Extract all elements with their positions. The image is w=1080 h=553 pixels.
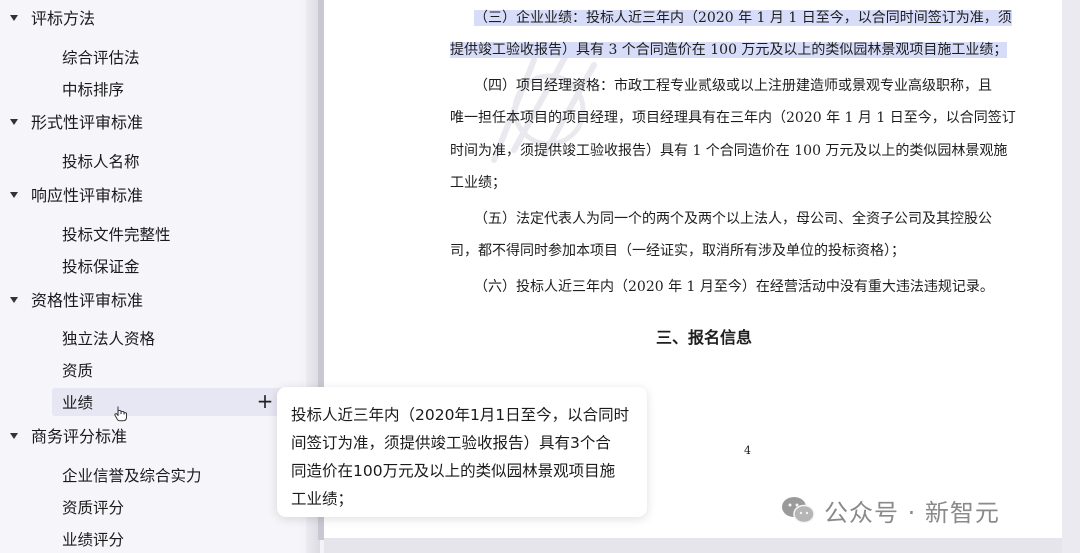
- item-label: 业绩: [62, 394, 94, 412]
- outline-sidebar: 评标方法 综合评估法 中标排序 形式性评审标准 投标人名称 响应性评审标准 投标…: [0, 0, 300, 553]
- section-label: 商务评分标准: [31, 427, 128, 446]
- hover-tooltip: 投标人近三年内（2020年1月1日至今，以合同时 间签订为准，须提供竣工验收报告…: [277, 387, 647, 517]
- hand-cursor-icon: [114, 406, 127, 422]
- tooltip-line: 间签订为准，须提供竣工验收报告）具有3个合: [291, 434, 611, 452]
- doc-line: （四）项目经理资格：市政工程专业贰级或以上注册建造师或景观专业高级职称，且: [474, 78, 992, 94]
- doc-line: （六）投标人近三年内（2020 年 1 月至今）在经营活动中没有重大违法违规记录…: [474, 279, 994, 295]
- caret-down-icon[interactable]: [10, 296, 18, 303]
- item-credit-strength[interactable]: 企业信誉及综合实力: [62, 461, 202, 489]
- item-legal-entity[interactable]: 独立法人资格: [62, 324, 155, 352]
- brand-watermark: 公众号 · 新智元: [780, 490, 1000, 530]
- caret-down-icon[interactable]: [10, 432, 18, 439]
- doc-line: （三）企业业绩：投标人近三年内（2020 年 1 月 1 日至今，以合同时间签订…: [474, 10, 1012, 26]
- brand-text: 公众号 · 新智元: [824, 498, 1000, 527]
- section-qualification-review[interactable]: 资格性评审标准: [10, 285, 143, 313]
- scroll-gutter: [1062, 0, 1080, 553]
- doc-line: 司，都不得同时参加本项目（一经证实，取消所有涉及单位的投标资格）；: [450, 243, 905, 259]
- doc-line: 时间为准，须提供竣工验收报告）具有 1 个合同造价在 100 万元及以上的类似园…: [450, 143, 1008, 159]
- tooltip-line: 投标人近三年内（2020年1月1日至今，以合同时: [291, 406, 630, 424]
- doc-line: 提供竣工验收报告）具有 3 个合同造价在 100 万元及以上的类似园林景观项目施…: [450, 42, 1008, 58]
- item-label: 投标文件完整性: [62, 226, 171, 244]
- section-label: 资格性评审标准: [31, 291, 144, 310]
- doc-line: （五）法定代表人为同一个的两个及两个以上法人，母公司、全资子公司及其控股公: [474, 211, 992, 227]
- item-label: 资质: [62, 362, 94, 380]
- caret-down-icon[interactable]: [10, 118, 18, 125]
- item-label: 投标保证金: [62, 258, 140, 276]
- item-bid-completeness[interactable]: 投标文件完整性: [62, 220, 171, 248]
- page-gap: [324, 538, 1062, 553]
- item-qualification-score[interactable]: 资质评分: [62, 493, 124, 521]
- item-label: 业绩评分: [62, 531, 125, 549]
- plus-icon[interactable]: +: [256, 389, 274, 413]
- item-label: 综合评估法: [62, 49, 140, 67]
- section-evaluation-method[interactable]: 评标方法: [10, 3, 95, 31]
- item-bidder-name[interactable]: 投标人名称: [62, 147, 140, 175]
- item-label: 独立法人资格: [62, 330, 156, 348]
- doc-line: 唯一担任本项目的项目经理，项目经理具有在三年内（2020 年 1 月 1 日至今…: [450, 110, 1016, 126]
- caret-down-icon[interactable]: [10, 191, 18, 198]
- item-comprehensive-evaluation[interactable]: 综合评估法: [62, 43, 140, 71]
- item-label: 企业信誉及综合实力: [62, 467, 202, 485]
- doc-line: 工业绩；: [450, 175, 506, 191]
- page-number: 4: [744, 444, 751, 457]
- section-business-scoring[interactable]: 商务评分标准: [10, 421, 127, 449]
- item-label: 投标人名称: [62, 153, 140, 171]
- wechat-icon: [782, 497, 815, 524]
- item-qualification[interactable]: 资质: [62, 356, 93, 384]
- item-label: 资质评分: [62, 499, 125, 517]
- section-heading: 三、报名信息: [655, 328, 752, 347]
- item-bid-bond[interactable]: 投标保证金: [62, 252, 140, 280]
- section-formal-review[interactable]: 形式性评审标准: [10, 107, 143, 135]
- tooltip-line: 工业绩；: [291, 490, 354, 508]
- section-label: 响应性评审标准: [31, 186, 144, 205]
- section-label: 形式性评审标准: [31, 113, 144, 132]
- tooltip-line: 同造价在100万元及以上的类似园林景观项目施: [291, 462, 616, 480]
- item-bid-ranking[interactable]: 中标排序: [62, 75, 124, 103]
- item-label: 中标排序: [62, 81, 125, 99]
- caret-down-icon[interactable]: [10, 14, 18, 21]
- item-performance[interactable]: 业绩: [52, 388, 288, 416]
- section-label: 评标方法: [31, 9, 96, 28]
- section-responsiveness-review[interactable]: 响应性评审标准: [10, 180, 143, 208]
- item-performance-score[interactable]: 业绩评分: [62, 525, 124, 553]
